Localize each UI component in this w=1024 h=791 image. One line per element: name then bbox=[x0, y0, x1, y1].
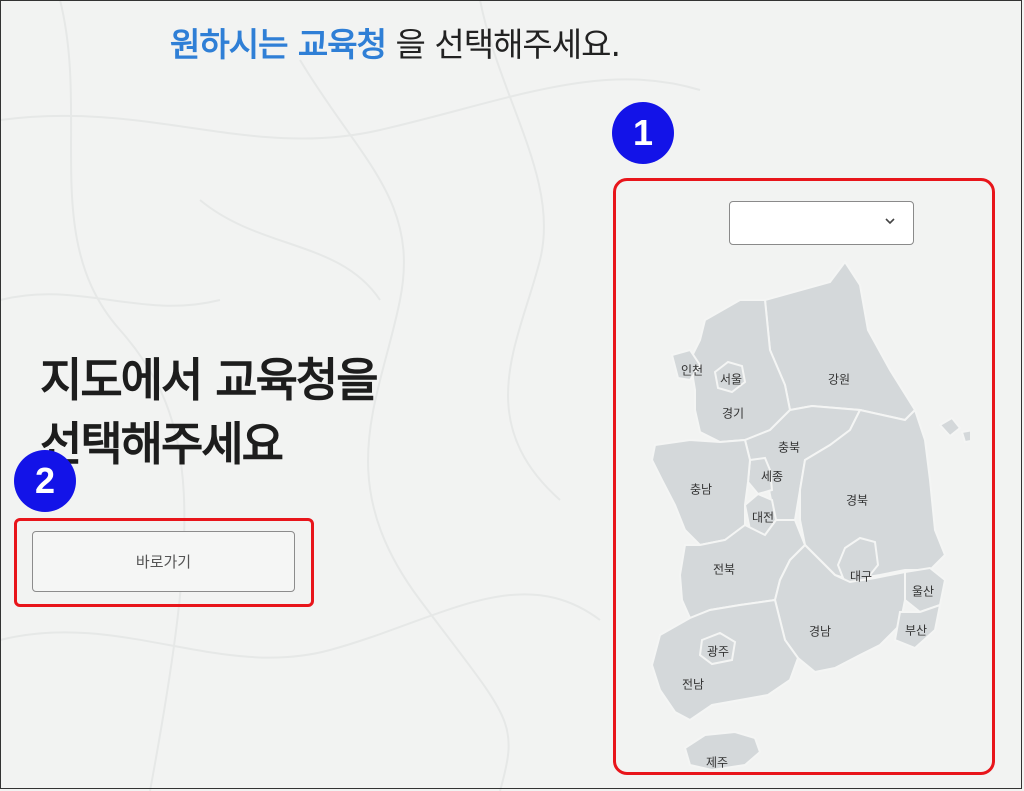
go-button[interactable]: 바로가기 bbox=[32, 531, 295, 592]
map-island-ulleung bbox=[938, 416, 962, 438]
annotation-badge-2: 2 bbox=[14, 450, 76, 512]
korea-map bbox=[650, 260, 970, 772]
title-line-1: 지도에서 교육청을 bbox=[40, 353, 379, 407]
page-title: 지도에서 교육청을 선택해주세요 bbox=[40, 348, 379, 476]
subtitle-rest: 을 선택해주세요. bbox=[386, 25, 622, 64]
map-region-busan[interactable] bbox=[893, 603, 942, 650]
page-subtitle: 원하시는 교육청 을 선택해주세요. bbox=[170, 18, 622, 66]
title-line-2: 선택해주세요 bbox=[40, 417, 284, 471]
chevron-down-icon bbox=[885, 218, 895, 225]
map-region-chungnam[interactable] bbox=[650, 438, 752, 547]
map-island-dokdo bbox=[960, 429, 970, 444]
annotation-badge-1: 1 bbox=[612, 102, 674, 164]
subtitle-highlight: 원하시는 교육청 bbox=[170, 25, 387, 64]
map-region-jeju[interactable] bbox=[683, 730, 762, 772]
region-select[interactable] bbox=[729, 201, 914, 245]
